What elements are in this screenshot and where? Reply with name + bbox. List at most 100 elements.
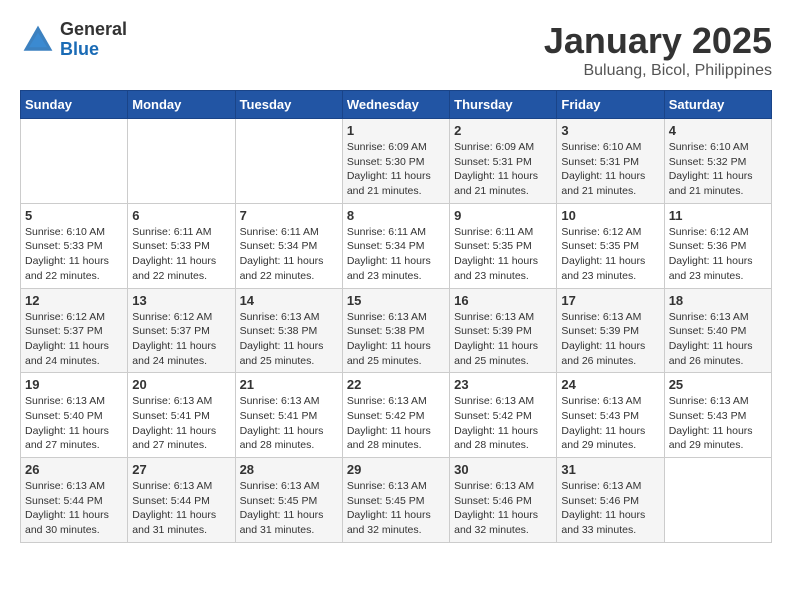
month-title: January 2025 bbox=[544, 20, 772, 62]
day-number: 7 bbox=[240, 208, 338, 223]
calendar-cell: 27 Sunrise: 6:13 AM Sunset: 5:44 PM Dayli… bbox=[128, 458, 235, 543]
calendar-cell: 16 Sunrise: 6:13 AM Sunset: 5:39 PM Dayli… bbox=[450, 288, 557, 373]
calendar-cell: 8Sunrise: 6:11 AM Sunset: 5:34 PM Daylig… bbox=[342, 203, 449, 288]
day-number: 19 bbox=[25, 377, 123, 392]
day-number: 5 bbox=[25, 208, 123, 223]
location: Buluang, Bicol, Philippines bbox=[544, 62, 772, 80]
day-info: Sunrise: 6:13 AM Sunset: 5:42 PM Dayligh… bbox=[454, 394, 552, 453]
day-info: Sunrise: 6:13 AM Sunset: 5:43 PM Dayligh… bbox=[561, 394, 659, 453]
calendar-cell: 28 Sunrise: 6:13 AM Sunset: 5:45 PM Dayli… bbox=[235, 458, 342, 543]
calendar-cell: 29 Sunrise: 6:13 AM Sunset: 5:45 PM Dayli… bbox=[342, 458, 449, 543]
calendar-cell: 11Sunrise: 6:12 AM Sunset: 5:36 PM Dayli… bbox=[664, 203, 771, 288]
day-number: 2 bbox=[454, 123, 552, 138]
calendar-cell: 13 Sunrise: 6:12 AM Sunset: 5:37 PM Dayli… bbox=[128, 288, 235, 373]
day-info: Sunrise: 6:13 AM Sunset: 5:39 PM Dayligh… bbox=[454, 310, 552, 369]
week-row-1: 1 Sunrise: 6:09 AM Sunset: 5:30 PM Daylig… bbox=[21, 119, 772, 204]
day-info: Sunrise: 6:13 AM Sunset: 5:39 PM Dayligh… bbox=[561, 310, 659, 369]
calendar-cell: 10 Sunrise: 6:12 AM Sunset: 5:35 PM Dayli… bbox=[557, 203, 664, 288]
calendar-cell: 14 Sunrise: 6:13 AM Sunset: 5:38 PM Dayli… bbox=[235, 288, 342, 373]
day-number: 9 bbox=[454, 208, 552, 223]
day-number: 1 bbox=[347, 123, 445, 138]
calendar-cell: 15 Sunrise: 6:13 AM Sunset: 5:38 PM Dayli… bbox=[342, 288, 449, 373]
day-number: 10 bbox=[561, 208, 659, 223]
calendar-cell: 5 Sunrise: 6:10 AM Sunset: 5:33 PM Daylig… bbox=[21, 203, 128, 288]
calendar-cell: 30 Sunrise: 6:13 AM Sunset: 5:46 PM Dayli… bbox=[450, 458, 557, 543]
day-info: Sunrise: 6:11 AM Sunset: 5:35 PM Dayligh… bbox=[454, 225, 552, 284]
day-info: Sunrise: 6:12 AM Sunset: 5:36 PM Dayligh… bbox=[669, 225, 767, 284]
day-number: 31 bbox=[561, 462, 659, 477]
day-info: Sunrise: 6:13 AM Sunset: 5:43 PM Dayligh… bbox=[669, 394, 767, 453]
calendar-cell: 22Sunrise: 6:13 AM Sunset: 5:42 PM Dayli… bbox=[342, 373, 449, 458]
day-number: 22 bbox=[347, 377, 445, 392]
day-number: 13 bbox=[132, 293, 230, 308]
day-info: Sunrise: 6:13 AM Sunset: 5:38 PM Dayligh… bbox=[240, 310, 338, 369]
day-number: 21 bbox=[240, 377, 338, 392]
header-day-friday: Friday bbox=[557, 91, 664, 119]
day-number: 30 bbox=[454, 462, 552, 477]
calendar-cell: 20Sunrise: 6:13 AM Sunset: 5:41 PM Dayli… bbox=[128, 373, 235, 458]
week-row-2: 5 Sunrise: 6:10 AM Sunset: 5:33 PM Daylig… bbox=[21, 203, 772, 288]
week-row-3: 12 Sunrise: 6:12 AM Sunset: 5:37 PM Dayli… bbox=[21, 288, 772, 373]
calendar-cell: 26Sunrise: 6:13 AM Sunset: 5:44 PM Dayli… bbox=[21, 458, 128, 543]
day-number: 12 bbox=[25, 293, 123, 308]
header-day-saturday: Saturday bbox=[664, 91, 771, 119]
day-info: Sunrise: 6:12 AM Sunset: 5:37 PM Dayligh… bbox=[25, 310, 123, 369]
day-number: 23 bbox=[454, 377, 552, 392]
day-number: 16 bbox=[454, 293, 552, 308]
day-info: Sunrise: 6:13 AM Sunset: 5:45 PM Dayligh… bbox=[240, 479, 338, 538]
day-number: 3 bbox=[561, 123, 659, 138]
calendar-cell: 2 Sunrise: 6:09 AM Sunset: 5:31 PM Daylig… bbox=[450, 119, 557, 204]
calendar-cell: 17Sunrise: 6:13 AM Sunset: 5:39 PM Dayli… bbox=[557, 288, 664, 373]
calendar-cell: 9 Sunrise: 6:11 AM Sunset: 5:35 PM Daylig… bbox=[450, 203, 557, 288]
logo-text: General Blue bbox=[60, 20, 127, 60]
day-info: Sunrise: 6:12 AM Sunset: 5:37 PM Dayligh… bbox=[132, 310, 230, 369]
header-day-thursday: Thursday bbox=[450, 91, 557, 119]
day-info: Sunrise: 6:13 AM Sunset: 5:41 PM Dayligh… bbox=[132, 394, 230, 453]
calendar-cell bbox=[664, 458, 771, 543]
day-info: Sunrise: 6:13 AM Sunset: 5:44 PM Dayligh… bbox=[132, 479, 230, 538]
calendar-cell bbox=[235, 119, 342, 204]
logo-icon bbox=[20, 22, 56, 58]
calendar-cell bbox=[128, 119, 235, 204]
header-day-monday: Monday bbox=[128, 91, 235, 119]
calendar-cell: 18Sunrise: 6:13 AM Sunset: 5:40 PM Dayli… bbox=[664, 288, 771, 373]
day-info: Sunrise: 6:12 AM Sunset: 5:35 PM Dayligh… bbox=[561, 225, 659, 284]
day-info: Sunrise: 6:13 AM Sunset: 5:46 PM Dayligh… bbox=[561, 479, 659, 538]
calendar-cell: 3Sunrise: 6:10 AM Sunset: 5:31 PM Daylig… bbox=[557, 119, 664, 204]
day-number: 29 bbox=[347, 462, 445, 477]
day-number: 6 bbox=[132, 208, 230, 223]
day-info: Sunrise: 6:13 AM Sunset: 5:45 PM Dayligh… bbox=[347, 479, 445, 538]
calendar-table: SundayMondayTuesdayWednesdayThursdayFrid… bbox=[20, 90, 772, 543]
day-info: Sunrise: 6:13 AM Sunset: 5:41 PM Dayligh… bbox=[240, 394, 338, 453]
calendar-cell: 25Sunrise: 6:13 AM Sunset: 5:43 PM Dayli… bbox=[664, 373, 771, 458]
day-info: Sunrise: 6:10 AM Sunset: 5:33 PM Dayligh… bbox=[25, 225, 123, 284]
day-info: Sunrise: 6:09 AM Sunset: 5:30 PM Dayligh… bbox=[347, 140, 445, 199]
calendar-cell: 1 Sunrise: 6:09 AM Sunset: 5:30 PM Daylig… bbox=[342, 119, 449, 204]
day-number: 18 bbox=[669, 293, 767, 308]
day-number: 8 bbox=[347, 208, 445, 223]
header-day-sunday: Sunday bbox=[21, 91, 128, 119]
header-day-wednesday: Wednesday bbox=[342, 91, 449, 119]
day-number: 26 bbox=[25, 462, 123, 477]
day-info: Sunrise: 6:10 AM Sunset: 5:32 PM Dayligh… bbox=[669, 140, 767, 199]
calendar-cell bbox=[21, 119, 128, 204]
day-number: 27 bbox=[132, 462, 230, 477]
day-number: 24 bbox=[561, 377, 659, 392]
calendar-cell: 21 Sunrise: 6:13 AM Sunset: 5:41 PM Dayli… bbox=[235, 373, 342, 458]
calendar-cell: 31 Sunrise: 6:13 AM Sunset: 5:46 PM Dayli… bbox=[557, 458, 664, 543]
day-number: 4 bbox=[669, 123, 767, 138]
calendar-cell: 7Sunrise: 6:11 AM Sunset: 5:34 PM Daylig… bbox=[235, 203, 342, 288]
week-row-5: 26 Sunrise: 6:13 AM Sunset: 5:44 PM Dayli… bbox=[21, 458, 772, 543]
day-number: 28 bbox=[240, 462, 338, 477]
day-number: 14 bbox=[240, 293, 338, 308]
day-number: 15 bbox=[347, 293, 445, 308]
calendar-cell: 24 Sunrise: 6:13 AM Sunset: 5:43 PM Dayli… bbox=[557, 373, 664, 458]
day-info: Sunrise: 6:09 AM Sunset: 5:31 PM Dayligh… bbox=[454, 140, 552, 199]
calendar-cell: 12 Sunrise: 6:12 AM Sunset: 5:37 PM Dayli… bbox=[21, 288, 128, 373]
calendar-cell: 19Sunrise: 6:13 AM Sunset: 5:40 PM Dayli… bbox=[21, 373, 128, 458]
title-block: January 2025 Buluang, Bicol, Philippines bbox=[544, 20, 772, 80]
header-day-tuesday: Tuesday bbox=[235, 91, 342, 119]
day-info: Sunrise: 6:13 AM Sunset: 5:38 PM Dayligh… bbox=[347, 310, 445, 369]
day-info: Sunrise: 6:13 AM Sunset: 5:46 PM Dayligh… bbox=[454, 479, 552, 538]
day-info: Sunrise: 6:11 AM Sunset: 5:33 PM Dayligh… bbox=[132, 225, 230, 284]
